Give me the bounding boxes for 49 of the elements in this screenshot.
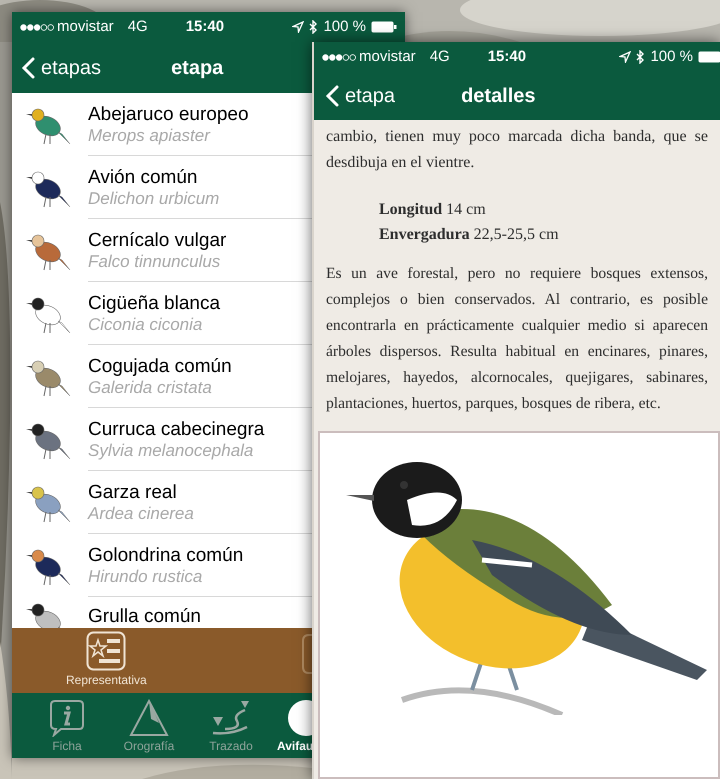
latin-name: Sylvia melanocephala	[88, 441, 254, 461]
latin-name: Falco tinnunculus	[88, 252, 222, 272]
bird-name: Grulla común	[88, 605, 202, 628]
route-icon	[211, 699, 251, 737]
latin-name: Merops apiaster	[88, 126, 212, 146]
bird-list-item[interactable]: Curruca cabecinegra Sylvia melanocephala	[12, 408, 312, 471]
back-chevron-icon	[326, 85, 339, 107]
bird-name: Curruca cabecinegra	[88, 418, 266, 441]
bird-name: Garza real	[88, 481, 178, 504]
bird-name: Cogujada común	[88, 355, 233, 378]
bird-list-item[interactable]: Avión común Delichon urbicum	[12, 156, 312, 219]
latin-name: Ardea cinerea	[88, 504, 195, 524]
carrier-name: movistar	[359, 46, 416, 67]
bird-list-item[interactable]: Cigüeña blanca Ciconia ciconia	[12, 282, 312, 345]
latin-name: Delichon urbicum	[88, 189, 220, 209]
back-button[interactable]: etapas	[22, 52, 102, 82]
status-time: 15:40	[488, 46, 526, 67]
battery-icon	[698, 51, 720, 63]
bird-list-item[interactable]: Golondrina común Hirundo rustica	[12, 534, 312, 597]
bird-name: Cernícalo vulgar	[88, 229, 228, 252]
network-type: 4G	[430, 46, 450, 67]
bird-list-item[interactable]: Grulla común	[12, 597, 312, 628]
latin-name: Ciconia ciconia	[88, 315, 204, 335]
bird-name: Cigüeña blanca	[88, 292, 222, 315]
representativa-button[interactable]: Representativa	[66, 631, 147, 689]
back-chevron-icon	[22, 56, 35, 78]
battery-level: 100 %	[650, 46, 693, 67]
description-text: cambio, tienen muy poco marcada dicha banda, que se desdibuja en el vientre.	[326, 127, 708, 173]
bird-list-item[interactable]: Cogujada común Galerida cristata	[12, 345, 312, 408]
latin-name: Galerida cristata	[88, 378, 213, 398]
bird-name: Abejaruco europeo	[88, 103, 250, 126]
info-bubble-icon	[49, 699, 85, 737]
description-text: Es un ave forestal, pero no requiere bosques extensos, complejos o bien conservados. Al contrario, es posible encontrarla en prácticamente cualquier medio si aparecen árboles dispersos. Resulta habitual en encinares, pinares, melojares, hayedos, alcornocales, quejigares, sabinares, plantaciones, huertos, parques, bosques de ribera, etc.	[326, 264, 708, 414]
signal-icon	[322, 54, 356, 60]
latin-name: Hirundo rustica	[88, 567, 204, 587]
star-list-icon	[86, 631, 126, 671]
bird-name: Golondrina común	[88, 544, 244, 567]
bird-name: Avión común	[88, 166, 198, 189]
bluetooth-icon	[636, 50, 646, 64]
bird-list-item[interactable]: Abejaruco europeo Merops apiaster	[12, 93, 312, 156]
bird-list-item[interactable]: Garza real Ardea cinerea	[12, 471, 312, 534]
triangle-icon	[129, 699, 169, 737]
screen-title: detalles	[461, 84, 536, 109]
measurement: Envergadura 22,5-25,5 cm	[379, 225, 560, 245]
measurement: Longitud 14 cm	[379, 200, 487, 220]
back-button[interactable]: etapa	[326, 81, 396, 111]
screen-title: etapa	[171, 56, 224, 80]
bird-list-item[interactable]: Cernícalo vulgar Falco tinnunculus	[12, 219, 312, 282]
location-icon	[619, 51, 632, 63]
